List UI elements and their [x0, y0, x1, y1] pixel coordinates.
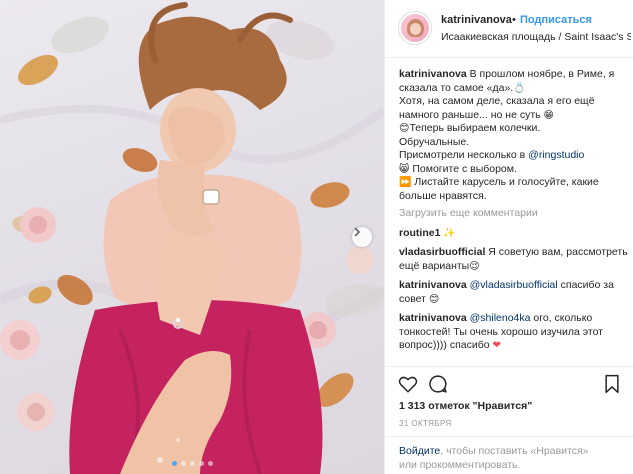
post-date: 31 ОКТЯБРЯ [399, 419, 452, 428]
carousel-dot [189, 461, 195, 466]
heart-emoji: ❤ [492, 340, 501, 351]
like-button[interactable] [397, 373, 419, 395]
comment-mention[interactable]: @shileno4ka [470, 312, 531, 324]
location-link[interactable]: Исаакиевская площадь / Saint Isaac's Sq.… [441, 31, 631, 43]
caption-username[interactable]: katrinivanova [399, 68, 467, 80]
login-prompt-middle: , чтобы поставить «Нравится» [440, 445, 589, 457]
heart-icon [398, 376, 418, 393]
carousel-dot [198, 461, 204, 466]
caption-line-4: Обручальные. [399, 135, 470, 148]
caption-line-5: Присмотрели несколько в [399, 149, 526, 161]
sparkles-emoji: ✨ [443, 227, 456, 239]
cat-emoji: 😸 [399, 163, 410, 175]
header-username[interactable]: katrinivanova [441, 14, 512, 26]
caption: katrinivanova В прошлом ноябре, в Риме, … [399, 68, 629, 203]
avatar-face [410, 23, 421, 35]
comment-username[interactable]: katrinivanova [399, 312, 467, 324]
load-more-comments[interactable]: Загрузить еще комментарии [399, 207, 629, 221]
comment: katrinivanova @vladasirbuofficial спасиб… [399, 279, 629, 306]
comment-button[interactable] [427, 373, 449, 395]
login-link[interactable]: Войдите [399, 445, 440, 457]
comment-mention[interactable]: @vladasirbuofficial [470, 279, 558, 291]
comment: routine1 ✨ [399, 227, 629, 241]
post-header: katrinivanova • Подписаться Исаакиевская… [385, 0, 633, 58]
carousel-dot [180, 461, 186, 466]
follow-button[interactable]: Подписаться [520, 14, 592, 26]
likes-count[interactable]: 1 313 отметок "Нравится" [399, 400, 532, 412]
comment: katrinivanova @shileno4ka ого, сколько т… [399, 312, 629, 353]
comment-username[interactable]: routine1 [399, 227, 440, 239]
caption-line-3: Теперь выбираем колечки. [409, 122, 541, 134]
grin-emoji: 😁 [543, 109, 554, 121]
post-sidebar: katrinivanova • Подписаться Исаакиевская… [384, 0, 633, 474]
carousel-indicator [0, 461, 384, 466]
save-button[interactable] [601, 373, 623, 395]
caption-line-7: Листайте карусель и голосуйте, какие бол… [399, 176, 599, 202]
post-photo[interactable] [0, 0, 384, 474]
comments-section: katrinivanova В прошлом ноябре, в Риме, … [399, 68, 629, 353]
arrows-emoji: ⏩ [399, 177, 412, 188]
comment-icon [429, 375, 447, 393]
comment: vladasirbuofficial Я советую вам, рассмо… [399, 246, 629, 273]
carousel-dot [207, 461, 213, 466]
ring-emoji: 💍 [513, 82, 526, 94]
header-separator: • [512, 14, 516, 26]
login-prompt-end: или прокомментировать. [399, 458, 521, 471]
carousel-dot [171, 461, 177, 466]
bookmark-icon [605, 374, 619, 394]
smile-emoji: 😊 [399, 123, 410, 134]
caption-mention[interactable]: @ringstudio [528, 149, 584, 161]
caption-line-2: Хотя, на самом деле, сказала я его ещё н… [399, 95, 595, 121]
chevron-right-icon [354, 227, 361, 237]
login-prompt: Войдите, чтобы поставить «Нравится» или … [385, 436, 633, 474]
smile-emoji: 😊 [428, 293, 440, 305]
caption-line-6: Помогите с выбором. [412, 162, 517, 175]
carousel-next-button[interactable] [352, 227, 372, 247]
action-bar [385, 366, 633, 400]
comment-username[interactable]: katrinivanova [399, 279, 467, 291]
login-prompt-text: Войдите, чтобы поставить «Нравится» или … [399, 445, 627, 472]
avatar[interactable] [399, 12, 431, 44]
instagram-post: katrinivanova • Подписаться Исаакиевская… [0, 0, 633, 474]
comment-username[interactable]: vladasirbuofficial [399, 246, 485, 258]
photo-illustration [0, 2, 384, 474]
wink-emoji: 😉 [469, 260, 480, 272]
